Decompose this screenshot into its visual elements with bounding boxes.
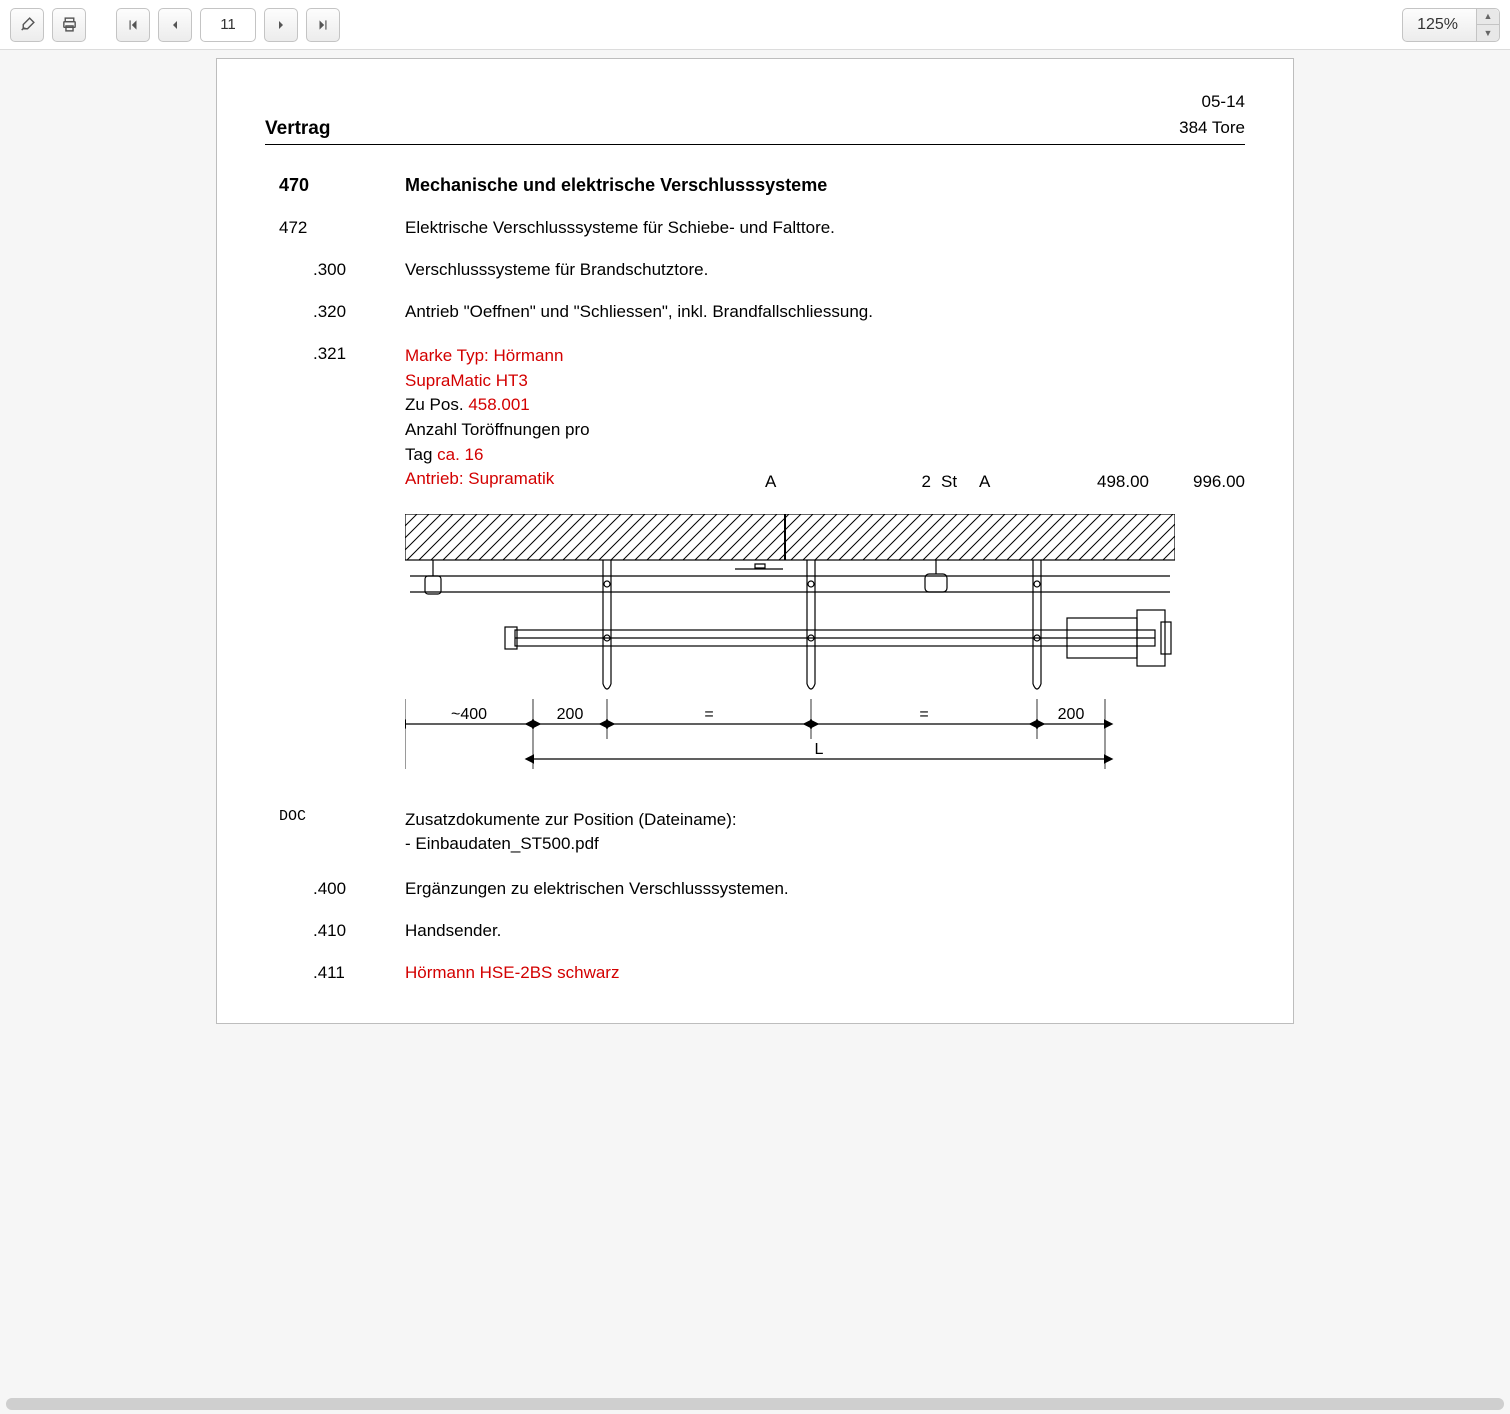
print-button[interactable] bbox=[52, 8, 86, 42]
col-qty: 2 bbox=[885, 472, 941, 492]
row-text: Verschlusssysteme für Brandschutztore. bbox=[405, 260, 1245, 280]
col-unit: St bbox=[941, 472, 979, 492]
row-num: .411 bbox=[265, 963, 405, 983]
zoom-selector[interactable]: 125% ▲ ▼ bbox=[1402, 8, 1500, 42]
dim-1: ~400 bbox=[451, 706, 487, 723]
drawing-svg: ~400 200 = = 200 L bbox=[405, 514, 1175, 784]
row-doc: DOC Zusatzdokumente zur Position (Datein… bbox=[265, 808, 1245, 857]
row-text: Mechanische und elektrische Verschlusssy… bbox=[405, 175, 1245, 196]
spec-l5-label: Tag bbox=[405, 445, 437, 464]
technical-drawing: ~400 200 = = 200 L bbox=[405, 514, 1245, 784]
spec-l1-label: Marke Typ: bbox=[405, 346, 494, 365]
page-number-input[interactable] bbox=[200, 8, 256, 42]
dim-L: L bbox=[815, 741, 824, 758]
document-page: Vertrag 05-14 384 Tore 470 Mechanische u… bbox=[216, 58, 1294, 1024]
row-411: .411 Hörmann HSE-2BS schwarz bbox=[265, 963, 1245, 983]
row-body: Zusatzdokumente zur Position (Dateiname)… bbox=[405, 808, 1245, 857]
header-meta: 05-14 384 Tore bbox=[1179, 89, 1245, 140]
spec-l2: SupraMatic HT3 bbox=[405, 369, 765, 394]
col-a1: A bbox=[765, 472, 885, 492]
col-total: 996.00 bbox=[1149, 472, 1245, 492]
row-470: 470 Mechanische und elektrische Verschlu… bbox=[265, 175, 1245, 196]
row-400: .400 Ergänzungen zu elektrischen Verschl… bbox=[265, 879, 1245, 899]
dim-2: 200 bbox=[557, 706, 584, 723]
last-page-icon bbox=[316, 18, 330, 32]
row-text: Ergänzungen zu elektrischen Verschlusssy… bbox=[405, 879, 1245, 899]
row-num: .410 bbox=[265, 921, 405, 941]
row-text: Elektrische Verschlusssysteme für Schieb… bbox=[405, 218, 1245, 238]
prev-page-icon bbox=[169, 19, 181, 31]
zoom-stepper: ▲ ▼ bbox=[1476, 9, 1499, 41]
row-472: 472 Elektrische Verschlusssysteme für Sc… bbox=[265, 218, 1245, 238]
row-body: Marke Typ: Hörmann SupraMatic HT3 Zu Pos… bbox=[405, 344, 1245, 492]
document-viewport[interactable]: Vertrag 05-14 384 Tore 470 Mechanische u… bbox=[0, 50, 1510, 1414]
row-num: 472 bbox=[265, 218, 405, 238]
row-num: DOC bbox=[265, 808, 405, 825]
scrollbar-thumb[interactable] bbox=[6, 1398, 1504, 1410]
spec-text: Marke Typ: Hörmann SupraMatic HT3 Zu Pos… bbox=[405, 344, 765, 492]
first-page-button[interactable] bbox=[116, 8, 150, 42]
row-text: Hörmann HSE-2BS schwarz bbox=[405, 963, 1245, 983]
horizontal-scrollbar[interactable] bbox=[6, 1398, 1504, 1410]
zoom-up-icon[interactable]: ▲ bbox=[1477, 9, 1499, 26]
next-page-icon bbox=[275, 19, 287, 31]
header-code: 05-14 bbox=[1179, 89, 1245, 115]
next-page-button[interactable] bbox=[264, 8, 298, 42]
col-price: 498.00 bbox=[1019, 472, 1149, 492]
row-text: Antrieb "Oeffnen" und "Schliessen", inkl… bbox=[405, 302, 1245, 322]
dim-3: = bbox=[704, 706, 713, 723]
doc-l1: Zusatzdokumente zur Position (Dateiname)… bbox=[405, 808, 1245, 833]
row-num: .321 bbox=[265, 344, 405, 364]
spec-l3-label: Zu Pos. bbox=[405, 395, 468, 414]
brush-icon bbox=[19, 16, 36, 33]
zoom-down-icon[interactable]: ▼ bbox=[1477, 25, 1499, 41]
zoom-value: 125% bbox=[1403, 16, 1476, 34]
spec-l6: Antrieb: Supramatik bbox=[405, 467, 765, 492]
spec-l1-val: Hörmann bbox=[494, 346, 564, 365]
row-410: .410 Handsender. bbox=[265, 921, 1245, 941]
header-title: Vertrag bbox=[265, 118, 330, 140]
spec-l3-val: 458.001 bbox=[468, 395, 529, 414]
dim-5: 200 bbox=[1058, 706, 1085, 723]
row-320: .320 Antrieb "Oeffnen" und "Schliessen",… bbox=[265, 302, 1245, 322]
spec-l5-val: ca. 16 bbox=[437, 445, 483, 464]
brush-button[interactable] bbox=[10, 8, 44, 42]
toolbar: 125% ▲ ▼ bbox=[0, 0, 1510, 50]
col-a2: A bbox=[979, 472, 1019, 492]
prev-page-button[interactable] bbox=[158, 8, 192, 42]
last-page-button[interactable] bbox=[306, 8, 340, 42]
row-300: .300 Verschlusssysteme für Brandschutzto… bbox=[265, 260, 1245, 280]
page-header: Vertrag 05-14 384 Tore bbox=[265, 89, 1245, 145]
spec-l4: Anzahl Toröffnungen pro bbox=[405, 418, 765, 443]
row-num: .320 bbox=[265, 302, 405, 322]
first-page-icon bbox=[126, 18, 140, 32]
row-321: .321 Marke Typ: Hörmann SupraMatic HT3 Z… bbox=[265, 344, 1245, 492]
dim-4: = bbox=[919, 706, 928, 723]
print-icon bbox=[61, 16, 78, 33]
row-num: 470 bbox=[265, 175, 405, 196]
row-num: .300 bbox=[265, 260, 405, 280]
row-num: .400 bbox=[265, 879, 405, 899]
header-section: 384 Tore bbox=[1179, 115, 1245, 141]
doc-l2: - Einbaudaten_ST500.pdf bbox=[405, 832, 1245, 857]
row-text: Handsender. bbox=[405, 921, 1245, 941]
